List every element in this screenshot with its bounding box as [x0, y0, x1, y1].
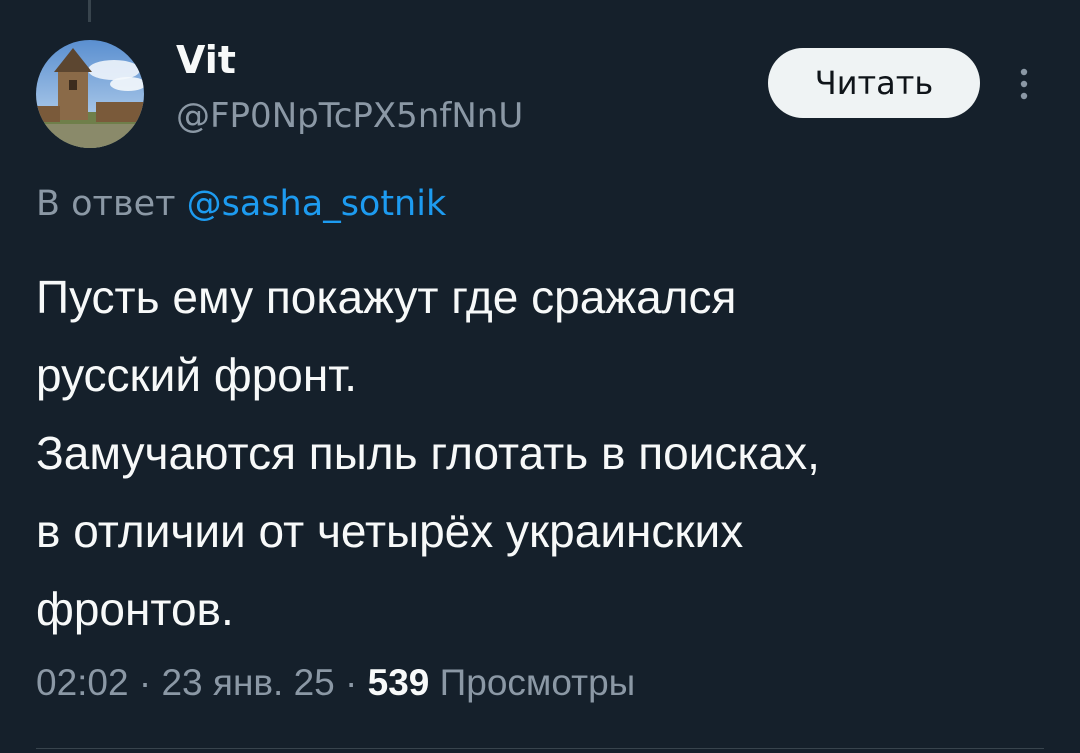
avatar[interactable]: [36, 40, 144, 148]
reply-prefix: В ответ: [36, 184, 176, 224]
tweet-text-line: Замучаются пыль глотать в поисках,: [36, 427, 820, 479]
tweet-text-line: в отличии от четырёх украинских: [36, 505, 744, 557]
reply-mention-link[interactable]: @sasha_sotnik: [187, 184, 447, 224]
divider: [36, 748, 1044, 749]
tweet-text: Пусть ему покажут где сражался русский ф…: [36, 258, 1046, 648]
tweet-time[interactable]: 02:02: [36, 662, 129, 703]
tweet-text-line: русский фронт.: [36, 349, 358, 401]
more-options-button[interactable]: [1008, 60, 1040, 108]
author-handle[interactable]: @FP0NpTcPX5nfNnU: [176, 96, 523, 136]
thread-connector-line: [88, 0, 91, 22]
avatar-image: [36, 40, 144, 148]
meta-separator: ·: [138, 662, 152, 703]
follow-button-label: Читать: [814, 64, 934, 102]
views-label[interactable]: Просмотры: [440, 662, 636, 703]
tweet-date[interactable]: 23 янв. 25: [161, 662, 334, 703]
views-count[interactable]: 539: [368, 662, 430, 703]
tweet-text-line: Пусть ему покажут где сражался: [36, 271, 737, 323]
reply-context: В ответ @sasha_sotnik: [36, 184, 446, 224]
tweet-meta: 02:02 · 23 янв. 25 · 539 Просмотры: [36, 662, 635, 704]
more-vertical-icon: [1020, 68, 1028, 100]
meta-separator: ·: [345, 662, 358, 703]
author-display-name[interactable]: Vit: [176, 38, 236, 82]
follow-button[interactable]: Читать: [768, 48, 980, 118]
tweet-text-line: фронтов.: [36, 583, 234, 635]
